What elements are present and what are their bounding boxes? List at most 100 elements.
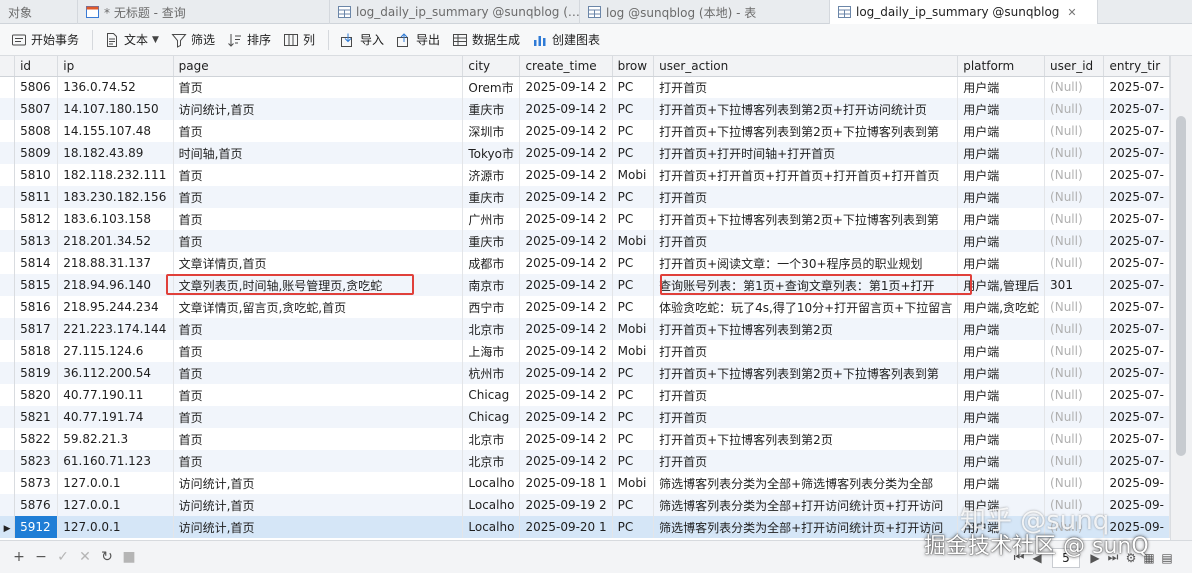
cell-id[interactable]: 5823 [14, 450, 59, 472]
cell-id[interactable]: 5810 [14, 164, 59, 186]
cell-brow[interactable]: Mobi [612, 318, 655, 340]
cell-user-action[interactable]: 筛选博客列表分类为全部+打开访问统计页+打开访问 [653, 516, 959, 538]
table-row[interactable]: 5813 218.201.34.52 首页 重庆市 2025-09-14 2 Mobi 打开… [0, 230, 1170, 252]
row-indicator[interactable] [0, 340, 16, 362]
table-row[interactable]: 5806 136.0.74.52 首页 Orem市 2025-09-14 2 PC 打开首页… [0, 76, 1170, 98]
cell-brow[interactable]: PC [612, 142, 655, 164]
cell-ip[interactable]: 18.182.43.89 [57, 142, 174, 164]
cell-id[interactable]: 5815 [14, 274, 59, 296]
cell-city[interactable]: Localho [462, 494, 521, 516]
cell-page[interactable]: 首页 [173, 208, 464, 230]
row-indicator[interactable] [0, 494, 16, 516]
column-header-user-id[interactable]: user_id [1044, 56, 1105, 77]
cell-create-time[interactable]: 2025-09-14 2 [519, 450, 613, 472]
cell-page[interactable]: 首页 [173, 318, 464, 340]
cell-ip[interactable]: 182.118.232.111 [57, 164, 174, 186]
cell-ip[interactable]: 183.6.103.158 [57, 208, 174, 230]
discard-changes-button[interactable]: ✕ [74, 546, 96, 568]
cell-city[interactable]: 北京市 [462, 450, 521, 472]
cell-page[interactable]: 首页 [173, 340, 464, 362]
cell-id[interactable]: 5812 [14, 208, 59, 230]
cell-city[interactable]: 重庆市 [462, 98, 521, 120]
cell-page[interactable]: 访问统计,首页 [173, 98, 464, 120]
cell-entry-tir[interactable]: 2025-09- [1103, 472, 1170, 494]
cell-ip[interactable]: 127.0.0.1 [57, 516, 174, 538]
cell-brow[interactable]: Mobi [612, 230, 655, 252]
cell-brow[interactable]: Mobi [612, 340, 655, 362]
cell-user-action[interactable]: 打开首页 [653, 230, 959, 252]
cell-brow[interactable]: PC [612, 516, 655, 538]
cell-platform[interactable]: 用户端 [957, 98, 1046, 120]
data-generation-button[interactable]: 数据生成 [447, 28, 525, 52]
cell-ip[interactable]: 218.94.96.140 [57, 274, 174, 296]
cell-city[interactable]: Localho [462, 472, 521, 494]
tab-log-daily-ip-summary-1[interactable]: log_daily_ip_summary @sunqblog (… [330, 0, 580, 24]
row-indicator[interactable] [0, 450, 16, 472]
cell-create-time[interactable]: 2025-09-14 2 [519, 142, 613, 164]
cell-entry-tir[interactable]: 2025-07- [1103, 76, 1170, 98]
cell-entry-tir[interactable]: 2025-07- [1103, 252, 1170, 274]
cell-create-time[interactable]: 2025-09-14 2 [519, 164, 613, 186]
column-header-id[interactable]: id [14, 56, 59, 77]
column-header-ip[interactable]: ip [57, 56, 174, 77]
cell-create-time[interactable]: 2025-09-14 2 [519, 252, 613, 274]
cell-id[interactable]: 5876 [14, 494, 59, 516]
cell-entry-tir[interactable]: 2025-07- [1103, 362, 1170, 384]
cell-page[interactable]: 首页 [173, 164, 464, 186]
cell-city[interactable]: 深圳市 [462, 120, 521, 142]
cell-create-time[interactable]: 2025-09-14 2 [519, 208, 613, 230]
cell-platform[interactable]: 用户端 [957, 120, 1046, 142]
row-indicator[interactable] [0, 186, 16, 208]
table-row[interactable]: 5814 218.88.31.137 文章详情页,首页 成都市 2025-09-14 2… [0, 252, 1170, 274]
cell-platform[interactable]: 用户端,管理后 [957, 274, 1046, 296]
cell-ip[interactable]: 221.223.174.144 [57, 318, 174, 340]
cell-brow[interactable]: Mobi [612, 164, 655, 186]
cell-platform[interactable]: 用户端 [957, 516, 1046, 538]
cell-entry-tir[interactable]: 2025-07- [1103, 450, 1170, 472]
cell-user-action[interactable]: 筛选博客列表分类为全部+打开访问统计页+打开访问 [653, 494, 959, 516]
last-page-button[interactable]: ⏭ [1104, 550, 1122, 565]
cell-brow[interactable]: PC [612, 120, 655, 142]
cell-ip[interactable]: 183.230.182.156 [57, 186, 174, 208]
cell-platform[interactable]: 用户端 [957, 428, 1046, 450]
cell-page[interactable]: 文章详情页,留言页,贪吃蛇,首页 [173, 296, 464, 318]
cell-user-action[interactable]: 打开首页 [653, 450, 959, 472]
cell-create-time[interactable]: 2025-09-19 2 [519, 494, 613, 516]
cell-ip[interactable]: 218.201.34.52 [57, 230, 174, 252]
cell-page[interactable]: 首页 [173, 406, 464, 428]
apply-changes-button[interactable]: ✓ [52, 546, 74, 568]
table-row[interactable]: 5808 14.155.107.48 首页 深圳市 2025-09-14 2 PC 打开首页… [0, 120, 1170, 142]
cell-create-time[interactable]: 2025-09-14 2 [519, 76, 613, 98]
cell-entry-tir[interactable]: 2025-07- [1103, 296, 1170, 318]
cell-user-action[interactable]: 打开首页 [653, 186, 959, 208]
cell-id[interactable]: 5820 [14, 384, 59, 406]
cell-page[interactable]: 文章列表页,时间轴,账号管理页,贪吃蛇 [173, 274, 464, 296]
cell-user-id[interactable]: (Null) [1044, 98, 1105, 120]
cell-user-id[interactable]: (Null) [1044, 384, 1105, 406]
cell-create-time[interactable]: 2025-09-14 2 [519, 384, 613, 406]
cell-user-action[interactable]: 打开首页+下拉博客列表到第2页 [653, 318, 959, 340]
tab-log-table[interactable]: log @sunqblog (本地) - 表 [580, 0, 830, 24]
cell-brow[interactable]: PC [612, 428, 655, 450]
table-row[interactable]: 5815 218.94.96.140 文章列表页,时间轴,账号管理页,贪吃蛇 南京市 2… [0, 274, 1170, 296]
cell-user-id[interactable]: (Null) [1044, 406, 1105, 428]
cell-city[interactable]: 成都市 [462, 252, 521, 274]
cell-id[interactable]: 5808 [14, 120, 59, 142]
cell-user-action[interactable]: 打开首页+阅读文章：一个30+程序员的职业规划 [653, 252, 959, 274]
cell-platform[interactable]: 用户端 [957, 406, 1046, 428]
cell-platform[interactable]: 用户端 [957, 76, 1046, 98]
table-row[interactable]: 5822 59.82.21.3 首页 北京市 2025-09-14 2 PC 打开首页+下拉… [0, 428, 1170, 450]
cell-user-action[interactable]: 打开首页 [653, 384, 959, 406]
export-button[interactable]: 导出 [391, 28, 445, 52]
cell-create-time[interactable]: 2025-09-14 2 [519, 428, 613, 450]
page-number-input[interactable]: 5 [1052, 547, 1080, 568]
column-header-create-time[interactable]: create_time [519, 56, 613, 77]
cell-brow[interactable]: PC [612, 208, 655, 230]
form-view-icon[interactable]: ▤ [1158, 551, 1176, 565]
cell-ip[interactable]: 14.107.180.150 [57, 98, 174, 120]
table-row[interactable]: 5818 27.115.124.6 首页 上海市 2025-09-14 2 Mobi 打开首… [0, 340, 1170, 362]
cell-user-action[interactable]: 打开首页+下拉博客列表到第2页+下拉博客列表到第 [653, 120, 959, 142]
cell-user-id[interactable]: (Null) [1044, 186, 1105, 208]
table-row[interactable]: 5821 40.77.191.74 首页 Chicag 2025-09-14 2 PC 打开… [0, 406, 1170, 428]
cell-brow[interactable]: PC [612, 76, 655, 98]
